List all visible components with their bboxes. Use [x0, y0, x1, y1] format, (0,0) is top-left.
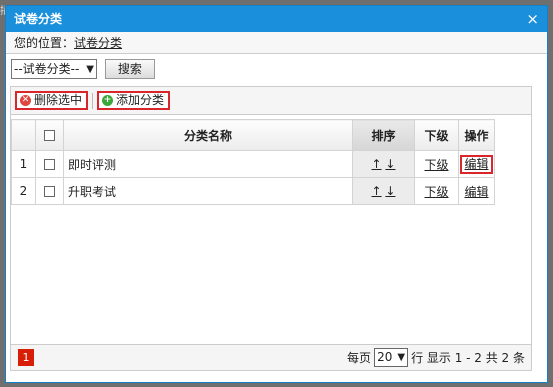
breadcrumb: 您的位置：试卷分类: [6, 32, 547, 54]
edit-link[interactable]: 编辑: [464, 157, 488, 171]
pager-summary: 行 显示 1 - 2 共 2 条: [411, 351, 525, 365]
chevron-down-icon: ▼: [86, 64, 94, 75]
table-row: 1 即时评测 ↑ ↓ 下级 编辑: [11, 150, 495, 178]
toolbar-divider: [92, 93, 93, 109]
row-action-cell: 编辑: [458, 150, 495, 178]
close-icon[interactable]: ×: [526, 6, 539, 32]
row-name: 即时评测: [63, 150, 353, 178]
row-num: 1: [11, 150, 36, 178]
category-table: 分类名称 排序 下级 操作 1 即时评测 ↑ ↓ 下级 编辑 2 升职考试 ↑ …: [11, 119, 495, 205]
breadcrumb-prefix: 您的位置：: [14, 36, 75, 50]
search-button[interactable]: 搜索: [104, 59, 155, 79]
row-num: 2: [11, 177, 36, 205]
add-category-button[interactable]: + 添加分类: [97, 91, 171, 110]
row-name: 升职考试: [63, 177, 353, 205]
dialog-title: 试卷分类: [14, 12, 63, 26]
delete-selected-button[interactable]: ✕ 删除选中: [15, 91, 89, 110]
row-checkbox[interactable]: [44, 186, 55, 197]
breadcrumb-link[interactable]: 试卷分类: [74, 36, 122, 50]
category-panel: ✕ 删除选中 + 添加分类 分类名称 排序 下级 操作 1 即时评测 ↑ ↓ 下…: [10, 86, 532, 371]
toolbar: ✕ 删除选中 + 添加分类: [11, 87, 531, 115]
header-num: [11, 119, 36, 151]
add-icon: +: [102, 95, 113, 106]
pager-info: 每页 20 ▼ 行 显示 1 - 2 共 2 条: [347, 348, 525, 367]
move-down-icon[interactable]: ↓: [385, 157, 395, 171]
sub-link[interactable]: 下级: [424, 158, 448, 172]
add-category-label: 添加分类: [116, 93, 165, 107]
per-page-select[interactable]: 20 ▼: [374, 348, 409, 367]
current-page-button[interactable]: 1: [18, 349, 34, 366]
search-bar: --试卷分类-- ▼ 搜索: [11, 59, 155, 79]
row-sub-cell: 下级: [414, 150, 459, 178]
category-select-value: --试卷分类--: [14, 62, 80, 76]
row-sort-cell: ↑ ↓: [352, 177, 415, 205]
pager: 1 每页 20 ▼ 行 显示 1 - 2 共 2 条: [11, 344, 531, 370]
select-all-checkbox[interactable]: [44, 130, 55, 141]
edit-highlight: 编辑: [460, 154, 493, 174]
dialog-titlebar: 试卷分类 ×: [6, 6, 547, 32]
move-up-icon[interactable]: ↑: [372, 184, 382, 198]
row-checkbox[interactable]: [44, 159, 55, 170]
move-up-icon[interactable]: ↑: [372, 157, 382, 171]
row-checkbox-cell: [35, 177, 64, 205]
per-page-value: 20: [377, 350, 393, 364]
table-row: 2 升职考试 ↑ ↓ 下级 编辑: [11, 177, 495, 205]
header-sort: 排序: [352, 119, 415, 151]
header-sub: 下级: [414, 119, 459, 151]
row-action-cell: 编辑: [458, 177, 495, 205]
header-name: 分类名称: [63, 119, 353, 151]
sub-link[interactable]: 下级: [424, 185, 448, 199]
row-sub-cell: 下级: [414, 177, 459, 205]
delete-selected-label: 删除选中: [34, 93, 83, 107]
delete-icon: ✕: [20, 95, 31, 106]
row-checkbox-cell: [35, 150, 64, 178]
chevron-down-icon: ▼: [397, 352, 406, 363]
table-header-row: 分类名称 排序 下级 操作: [11, 119, 495, 151]
header-checkbox-cell: [35, 119, 64, 151]
category-select[interactable]: --试卷分类-- ▼: [11, 59, 97, 79]
edit-link[interactable]: 编辑: [464, 185, 488, 199]
move-down-icon[interactable]: ↓: [385, 184, 395, 198]
per-page-label: 每页: [347, 351, 372, 365]
header-action: 操作: [458, 119, 495, 151]
row-sort-cell: ↑ ↓: [352, 150, 415, 178]
